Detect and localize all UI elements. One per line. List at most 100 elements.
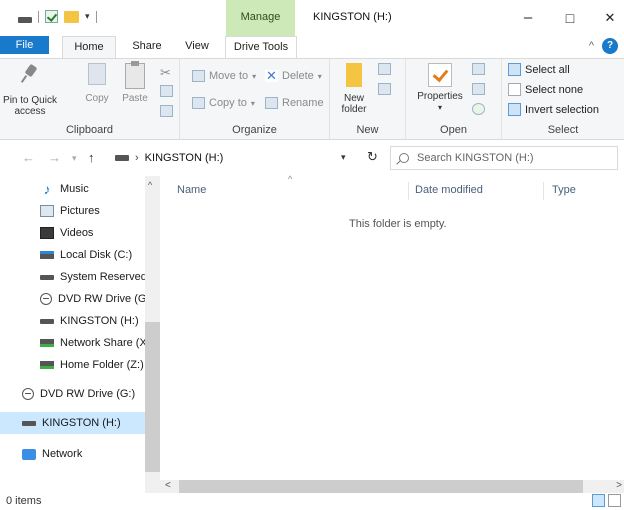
- ribbon: Pin to Quick access Copy Paste ✂ Clipboa…: [0, 58, 624, 140]
- pin-to-quick-access-button[interactable]: Pin to Quick access: [2, 63, 58, 117]
- navigation-pane-scrollbar[interactable]: ^: [145, 176, 160, 480]
- scrollbar-thumb[interactable]: [145, 322, 160, 472]
- sidebar-item-label: KINGSTON (H:): [42, 417, 121, 429]
- sidebar-item-system-reserved[interactable]: System Reserved: [0, 266, 145, 288]
- file-list[interactable]: Name ^ Date modified Type This folder is…: [160, 174, 624, 480]
- column-header-name[interactable]: Name: [177, 184, 206, 196]
- new-folder-icon[interactable]: [64, 10, 79, 23]
- select-all-icon: [508, 63, 521, 76]
- large-icons-view-icon[interactable]: [608, 494, 621, 507]
- select-all-label: Select all: [525, 63, 570, 76]
- sidebar-item-network-share[interactable]: Network Share (X: [0, 332, 145, 354]
- back-button[interactable]: ←: [22, 150, 35, 165]
- breadcrumb-kingston[interactable]: KINGSTON (H:): [145, 152, 224, 164]
- refresh-button[interactable]: ↻: [367, 149, 378, 165]
- new-folder-button[interactable]: New folder: [334, 63, 374, 115]
- properties-check-icon[interactable]: [45, 10, 58, 23]
- sidebar-item-label: Music: [60, 183, 89, 195]
- clipboard-group: Pin to Quick access Copy Paste ✂ Clipboa…: [0, 59, 180, 139]
- scroll-up-arrow[interactable]: ^: [148, 180, 152, 190]
- sidebar-item-dvd-rw-drive-root[interactable]: DVD RW Drive (G:): [0, 383, 145, 405]
- minimize-button[interactable]: –: [514, 6, 542, 30]
- column-header-date-modified[interactable]: Date modified: [415, 184, 483, 196]
- copy-path-icon[interactable]: [160, 85, 173, 97]
- edit-icon[interactable]: [472, 83, 485, 95]
- customize-toolbar-dropdown[interactable]: ▾: [85, 11, 90, 22]
- sidebar-item-videos[interactable]: Videos: [0, 222, 145, 244]
- select-all-button[interactable]: Select all: [508, 63, 570, 76]
- properties-icon: [428, 63, 452, 87]
- sidebar-item-label: Network: [42, 448, 83, 460]
- copy-to-button[interactable]: Copy to ▾: [192, 97, 255, 109]
- column-header-type[interactable]: Type: [552, 184, 576, 196]
- scroll-left-arrow[interactable]: <: [165, 480, 171, 491]
- history-icon[interactable]: [472, 103, 485, 115]
- easy-access-icon[interactable]: [378, 83, 391, 95]
- sidebar-item-network[interactable]: Network: [0, 443, 145, 465]
- paste-label: Paste: [122, 93, 148, 104]
- open-icon[interactable]: [472, 63, 485, 75]
- sidebar-item-music[interactable]: ♪ Music: [0, 178, 145, 200]
- usb-drive-icon: [22, 420, 36, 426]
- close-button[interactable]: ✕: [596, 6, 624, 30]
- network-drive-icon: [40, 361, 54, 369]
- details-view-icon[interactable]: [592, 494, 605, 507]
- properties-label: Properties: [417, 91, 463, 102]
- tab-view[interactable]: View: [180, 36, 214, 58]
- invert-selection-label: Invert selection: [525, 103, 599, 116]
- up-button[interactable]: ↑: [88, 150, 95, 165]
- divider: [38, 10, 39, 23]
- ribbon-controls: ^ ?: [589, 38, 618, 54]
- new-group: New folder New: [330, 59, 406, 139]
- pictures-icon: [40, 205, 54, 217]
- invert-selection-icon: [508, 103, 521, 116]
- properties-button[interactable]: Properties ▾: [410, 63, 470, 113]
- tab-share[interactable]: Share: [125, 36, 169, 58]
- tab-home[interactable]: Home: [62, 36, 116, 58]
- collapse-ribbon-button[interactable]: ^: [589, 40, 594, 52]
- column-divider[interactable]: [408, 182, 409, 200]
- rename-button[interactable]: Rename: [265, 97, 324, 109]
- copy-button[interactable]: Copy: [80, 63, 114, 104]
- navigation-bar: ← → ▾ ↑ › KINGSTON (H:) ▾ ↻ Search KINGS…: [0, 141, 624, 175]
- move-to-button[interactable]: Move to ▾: [192, 70, 256, 82]
- open-group-label: Open: [440, 124, 467, 136]
- help-icon[interactable]: ?: [602, 38, 618, 54]
- item-count: 0 items: [6, 495, 42, 507]
- sidebar-item-label: DVD RW Drive (G:): [40, 388, 136, 400]
- sidebar-item-pictures[interactable]: Pictures: [0, 200, 145, 222]
- forward-button[interactable]: →: [48, 150, 61, 165]
- sidebar-item-kingston-root[interactable]: KINGSTON (H:): [0, 412, 145, 434]
- select-none-button[interactable]: Select none: [508, 83, 583, 96]
- scrollbar-thumb[interactable]: [179, 480, 583, 493]
- sidebar-item-kingston[interactable]: KINGSTON (H:): [0, 310, 145, 332]
- move-to-label: Move to: [209, 70, 249, 82]
- paste-shortcut-icon[interactable]: [160, 105, 173, 117]
- tab-file[interactable]: File: [0, 36, 49, 54]
- window-title: KINGSTON (H:): [313, 11, 392, 23]
- delete-button[interactable]: ✕ Delete ▾: [265, 69, 322, 82]
- invert-selection-button[interactable]: Invert selection: [508, 103, 599, 116]
- new-item-icon[interactable]: [378, 63, 391, 75]
- search-box[interactable]: Search KINGSTON (H:): [390, 146, 618, 170]
- drive-icon: [115, 155, 129, 161]
- maximize-button[interactable]: □: [556, 6, 584, 30]
- recent-locations-dropdown[interactable]: ▾: [72, 153, 77, 164]
- copy-icon: [88, 63, 106, 85]
- paste-button[interactable]: Paste: [117, 61, 153, 104]
- column-divider[interactable]: [543, 182, 544, 200]
- address-bar[interactable]: › KINGSTON (H:): [104, 146, 366, 170]
- tab-drive-tools[interactable]: Drive Tools: [225, 36, 297, 58]
- cut-icon[interactable]: ✂: [160, 65, 171, 81]
- manage-contextual-tab[interactable]: Manage: [226, 0, 295, 36]
- horizontal-scrollbar[interactable]: < >: [145, 480, 624, 493]
- sidebar-item-dvd-rw-drive[interactable]: DVD RW Drive (G:: [0, 288, 145, 310]
- move-to-icon: [192, 70, 205, 82]
- sidebar-item-local-disk-c[interactable]: Local Disk (C:): [0, 244, 145, 266]
- breadcrumb-separator[interactable]: ›: [135, 152, 139, 164]
- address-history-dropdown[interactable]: ▾: [341, 152, 346, 163]
- new-group-label: New: [356, 124, 379, 136]
- scroll-right-arrow[interactable]: >: [616, 480, 622, 491]
- sort-indicator: ^: [288, 174, 293, 184]
- sidebar-item-home-folder[interactable]: Home Folder (Z:): [0, 354, 145, 376]
